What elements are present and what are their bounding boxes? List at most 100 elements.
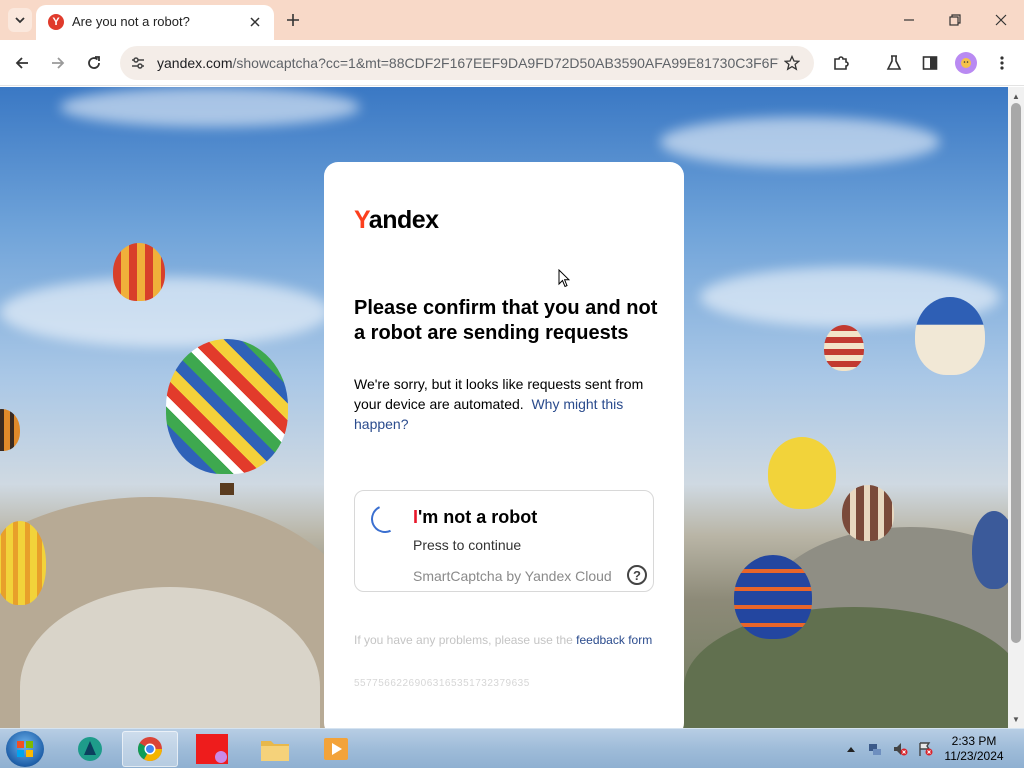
tab-search-button[interactable] [8,8,32,32]
hot-air-balloon [768,437,836,509]
browser-toolbar: yandex.com/showcaptcha?cc=1&mt=88CDF2F16… [0,40,1024,86]
captcha-card: Yandex Please confirm that you and not a… [324,162,684,737]
reload-icon [88,56,100,69]
hot-air-balloon [166,339,288,474]
windows-start-icon [17,741,33,757]
cloud [60,87,360,127]
back-button[interactable] [9,50,35,76]
logo-first-letter: Y [354,206,369,234]
labs-button[interactable] [881,50,907,76]
captcha-provider: SmartCaptcha by Yandex Cloud [413,568,612,584]
help-icon[interactable]: ? [627,565,647,585]
page-title: Please confirm that you and not a robot … [354,297,658,344]
network-icon [869,744,881,755]
taskbar-app-media[interactable] [308,731,364,767]
close-icon [250,17,260,27]
show-hidden-icons-button[interactable] [844,729,858,768]
app-icon [196,734,228,764]
puzzle-icon [834,56,849,70]
description: We're sorry, but it looks like requests … [354,374,664,434]
hot-air-balloon [972,511,1008,589]
chevron-down-icon [15,17,25,24]
tray-network[interactable] [864,729,886,768]
side-panel-button[interactable] [917,50,943,76]
flask-icon [886,55,902,70]
cloud [660,117,940,167]
reload-button[interactable] [81,50,107,76]
cloud [0,277,330,347]
plus-icon [287,14,299,26]
tab-strip: Y Are you not a robot? [0,0,1024,40]
yandex-favicon-icon: Y [48,14,64,30]
bookmark-button[interactable] [782,53,802,73]
extensions-button[interactable] [828,50,854,76]
browser-menu-button[interactable] [989,50,1015,76]
avatar-icon [961,58,971,68]
close-icon [995,14,1007,26]
tab-active[interactable]: Y Are you not a robot? [36,5,274,40]
hot-air-balloon [915,297,985,375]
hot-air-balloon [842,485,894,541]
minimize-button[interactable] [886,0,932,40]
chevron-up-icon [847,747,855,752]
hot-air-balloon [0,409,20,451]
scroll-down-arrow-icon[interactable]: ▼ [1010,713,1022,725]
restore-button[interactable] [932,0,978,40]
balloon-basket [220,483,234,495]
not-robot-label: I'm not a robot [413,507,537,528]
not-robot-checkbox[interactable]: I'm not a robot Press to continue SmartC… [354,490,654,592]
profile-avatar-button[interactable] [955,52,977,74]
request-id: 55775662269063165351732379635 [354,678,530,689]
chrome-icon [137,737,162,762]
not-robot-label-rest: 'm not a robot [418,507,538,527]
yandex-logo: Yandex [354,206,439,235]
forward-button[interactable] [45,50,71,76]
hot-air-balloon [734,555,812,639]
scrollbar-thumb[interactable] [1011,103,1021,643]
address-bar[interactable]: yandex.com/showcaptcha?cc=1&mt=88CDF2F16… [120,46,814,80]
taskbar: 2:33 PM 11/23/2024 [0,728,1024,768]
problems-text: If you have any problems, please use the [354,633,573,647]
taskbar-app-explorer[interactable] [247,731,303,767]
url-text[interactable]: yandex.com/showcaptcha?cc=1&mt=88CDF2F16… [157,55,779,71]
feedback-link[interactable]: feedback form [576,633,652,647]
file-explorer-icon [261,741,289,761]
logo-rest: andex [368,206,439,234]
tray-volume[interactable] [889,729,911,768]
system-clock[interactable]: 2:33 PM 11/23/2024 [938,734,1010,764]
volume-muted-icon [894,743,908,756]
hot-air-balloon [0,521,46,605]
site-info-button[interactable] [128,53,148,73]
start-button[interactable] [6,731,44,767]
arrow-left-icon [15,57,28,69]
hot-air-balloon [824,325,864,371]
star-icon [784,55,800,71]
url-host: yandex.com [157,55,233,71]
side-panel-icon [922,56,938,70]
mouse-cursor-icon [558,269,570,288]
press-to-continue: Press to continue [413,537,522,553]
problems-note: If you have any problems, please use the… [354,632,654,648]
kebab-menu-icon [1000,56,1004,70]
clock-time: 2:33 PM [951,734,997,748]
new-tab-button[interactable] [282,9,304,31]
trees [684,607,1008,728]
hot-air-balloon [113,243,165,301]
scroll-up-arrow-icon[interactable]: ▲ [1010,90,1022,102]
taskbar-app-red[interactable] [184,731,240,767]
media-player-icon [324,738,348,760]
taskbar-app-browser[interactable] [62,731,118,767]
tune-icon [132,57,144,69]
browser-app-icon [78,737,102,761]
taskbar-app-chrome[interactable] [122,731,178,767]
flag-alert-icon [919,742,933,756]
close-tab-button[interactable] [246,13,264,31]
arrow-right-icon [52,57,65,69]
restore-icon [949,14,961,26]
close-window-button[interactable] [978,0,1024,40]
loading-spinner-icon [367,501,403,537]
clock-date: 11/23/2024 [944,749,1004,763]
tab-title: Are you not a robot? [72,14,190,29]
tray-action-center[interactable] [914,729,936,768]
url-path: /showcaptcha?cc=1&mt=88CDF2F167EEF9DA9FD… [232,55,779,71]
